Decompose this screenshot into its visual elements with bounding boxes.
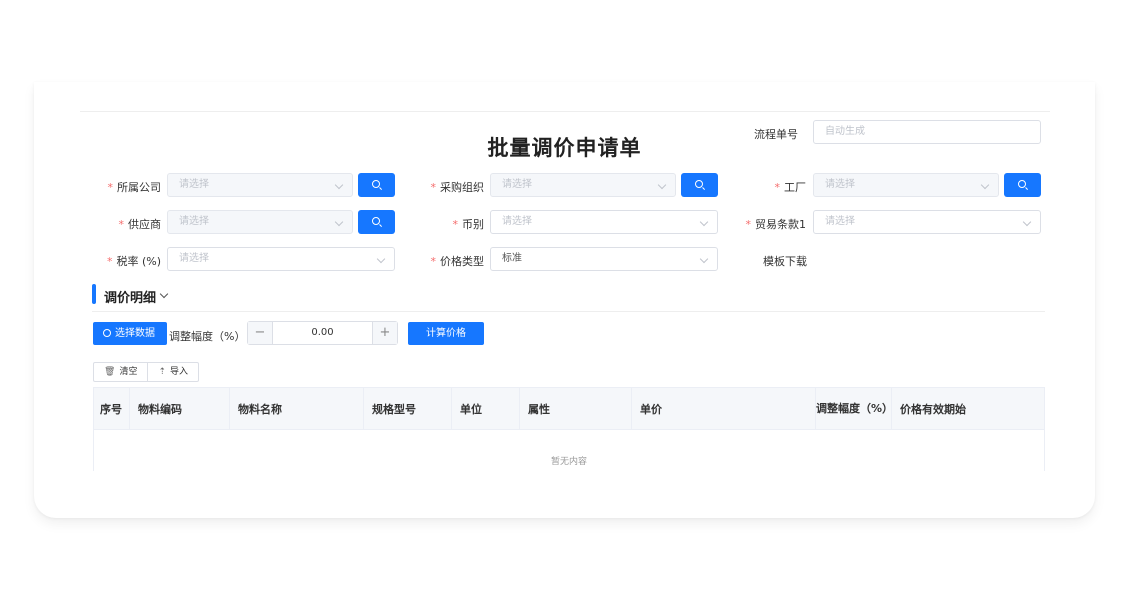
upload-icon: ⇡ — [158, 367, 166, 377]
tax-rate-select[interactable]: 请选择 — [167, 247, 395, 271]
currency-select[interactable]: 请选择 — [490, 210, 718, 234]
trade-terms-select[interactable]: 请选择 — [813, 210, 1041, 234]
adjust-range-label: 调整幅度（%） — [169, 330, 246, 343]
tax-rate-label: * 税率 (%) — [106, 255, 161, 268]
purchase-org-select[interactable]: 请选择 — [490, 173, 676, 197]
currency-label: * 币别 — [452, 218, 485, 231]
price-type-select[interactable]: 标准 — [490, 247, 718, 271]
chevron-down-icon[interactable] — [159, 289, 169, 299]
factory-search-button[interactable] — [1004, 173, 1041, 197]
supplier-label: * 供应商 — [118, 218, 162, 231]
factory-label: * 工厂 — [774, 181, 807, 194]
plus-button[interactable]: + — [372, 322, 397, 344]
clear-button[interactable]: 🗑 清空 — [94, 363, 147, 381]
purchase-org-search-button[interactable] — [681, 173, 718, 197]
search-icon — [1018, 180, 1026, 188]
trash-icon: 🗑 — [104, 367, 116, 377]
table-toolbar: 🗑 清空 ⇡ 导入 — [93, 362, 200, 382]
column-header: 物料名称 — [230, 388, 364, 429]
section-title: 调价明细 — [104, 291, 157, 306]
calculate-price-button[interactable]: 计算价格 — [408, 322, 484, 345]
company-search-button[interactable] — [358, 173, 395, 197]
column-header: 价格有效期始 — [900, 402, 966, 416]
column-header: 单位 — [452, 388, 520, 429]
search-icon — [695, 180, 703, 188]
section-marker — [92, 284, 96, 304]
form-card: 批量调价申请单 流程单号 自动生成 * 所属公司 请选择 * 采购组织 请选择 * 工… — [34, 82, 1095, 518]
table-header: 序号 物料编码 物料名称 规格型号 单位 属性 单价 调整幅度（%） 价格有效期… — [94, 388, 1044, 430]
adjust-range-stepper[interactable]: − 0.00 + — [247, 321, 398, 345]
company-label: * 所属公司 — [107, 181, 162, 194]
search-icon — [372, 180, 380, 188]
process-no-input[interactable]: 自动生成 — [813, 120, 1041, 144]
process-no-label: 流程单号 — [754, 128, 798, 141]
column-header: 规格型号 — [364, 388, 452, 429]
supplier-select[interactable]: 请选择 — [167, 210, 353, 234]
column-header: 物料编码 — [130, 388, 230, 429]
minus-button[interactable]: − — [248, 322, 273, 344]
divider — [80, 111, 1050, 112]
search-icon — [372, 217, 380, 225]
search-icon — [103, 329, 111, 337]
stepper-value[interactable]: 0.00 — [273, 322, 372, 344]
import-button[interactable]: ⇡ 导入 — [147, 363, 198, 381]
price-detail-table: 序号 物料编码 物料名称 规格型号 单位 属性 单价 调整幅度（%） 价格有效期… — [93, 387, 1045, 471]
column-header: 单价 — [632, 388, 816, 429]
company-select[interactable]: 请选择 — [167, 173, 353, 197]
trade-terms-label: * 贸易条款1 — [745, 218, 807, 231]
supplier-search-button[interactable] — [358, 210, 395, 234]
section-divider — [92, 311, 1045, 312]
column-header: 序号 — [94, 388, 130, 429]
column-header: 调整幅度（%） — [816, 388, 893, 429]
empty-state: 暂无内容 — [550, 457, 587, 467]
factory-select[interactable]: 请选择 — [813, 173, 999, 197]
price-type-label: * 价格类型 — [430, 255, 485, 268]
template-download-link[interactable]: 模板下载 — [763, 253, 807, 269]
purchase-org-label: * 采购组织 — [430, 181, 485, 194]
column-header: 属性 — [520, 388, 632, 429]
select-data-button[interactable]: 选择数据 — [93, 322, 167, 345]
